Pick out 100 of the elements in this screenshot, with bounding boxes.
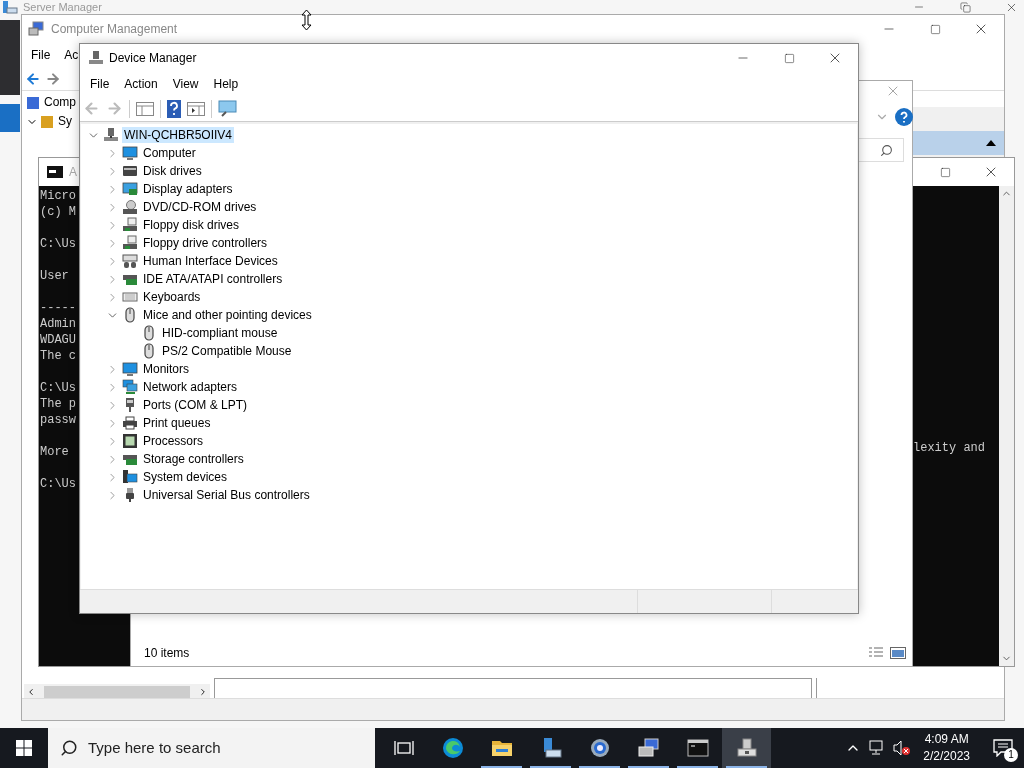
tree-item[interactable]: Storage controllers bbox=[141, 451, 246, 467]
window-title: Device Manager bbox=[109, 50, 197, 67]
drive-icon bbox=[122, 163, 138, 179]
mouse-icon bbox=[141, 343, 157, 359]
console-line: The p bbox=[40, 396, 76, 412]
tree-item[interactable]: Disk drives bbox=[141, 163, 204, 179]
menu-item[interactable]: Action bbox=[124, 75, 158, 93]
tree-item[interactable]: Floppy disk drives bbox=[141, 217, 242, 233]
collapse-arrow-icon[interactable] bbox=[986, 140, 996, 146]
sidebar-highlight bbox=[0, 104, 20, 132]
action-pane-icon[interactable] bbox=[187, 100, 205, 117]
search-icon bbox=[880, 143, 893, 157]
maximize-icon bbox=[783, 52, 795, 64]
help-icon[interactable] bbox=[895, 108, 913, 126]
tree-item[interactable]: Comp bbox=[44, 95, 76, 110]
browser-icon bbox=[441, 737, 464, 759]
floppy-drive-icon bbox=[122, 217, 138, 233]
muted-speaker-icon[interactable] bbox=[893, 740, 912, 756]
device-manager-icon bbox=[735, 737, 758, 759]
console-tree-icon[interactable] bbox=[136, 100, 154, 117]
console-line: User bbox=[40, 268, 69, 284]
tree-item[interactable]: Monitors bbox=[141, 361, 191, 377]
input-devices-icon bbox=[122, 253, 138, 269]
tree-item[interactable]: Keyboards bbox=[141, 289, 203, 305]
menu-item[interactable]: Ac bbox=[64, 46, 79, 64]
window-title: A bbox=[69, 164, 77, 181]
mouse-icon bbox=[141, 325, 157, 341]
tree-item[interactable]: Display adapters bbox=[141, 181, 235, 197]
gear-icon bbox=[588, 737, 611, 759]
window-title: Computer Management bbox=[51, 21, 178, 38]
tree-item[interactable]: Print queues bbox=[141, 415, 213, 431]
clock-time[interactable]: 4:09 AM bbox=[924, 731, 969, 748]
network-adapter-icon bbox=[122, 379, 138, 395]
restore-icon bbox=[959, 1, 971, 13]
console-line: Micro bbox=[40, 188, 76, 204]
network-computer-icon bbox=[103, 127, 119, 143]
tree-item[interactable]: IDE ATA/ATAPI controllers bbox=[141, 271, 285, 287]
tree-item[interactable]: PS/2 Compatible Mouse bbox=[160, 343, 294, 359]
console-line: C:\Us bbox=[40, 380, 76, 396]
taskbar-app[interactable] bbox=[722, 728, 771, 768]
command-prompt-icon bbox=[686, 737, 709, 759]
command-prompt-icon bbox=[47, 166, 63, 178]
monitor-scan-icon[interactable] bbox=[218, 99, 238, 118]
tree-item[interactable]: DVD/CD-ROM drives bbox=[141, 199, 259, 215]
menu-item[interactable]: File bbox=[90, 75, 110, 93]
system-devices-icon bbox=[122, 469, 138, 485]
computer-management-icon bbox=[637, 737, 660, 759]
scroll-left-icon[interactable] bbox=[26, 687, 36, 697]
search-placeholder: Type here to search bbox=[88, 737, 221, 758]
restore-button[interactable] bbox=[958, 0, 972, 14]
help-icon[interactable] bbox=[167, 99, 181, 118]
notifications-icon[interactable] bbox=[993, 739, 1013, 757]
windows-logo-icon bbox=[16, 740, 32, 756]
tree-item[interactable]: HID-compliant mouse bbox=[160, 325, 280, 341]
display-adapter-icon bbox=[122, 181, 138, 197]
details-view-icon[interactable] bbox=[868, 646, 884, 659]
clock-date[interactable]: 2/2/2023 bbox=[923, 748, 970, 765]
console-line: C:\Us bbox=[40, 476, 76, 492]
tree-item[interactable]: Computer bbox=[141, 145, 198, 161]
tree-item[interactable]: Network adapters bbox=[141, 379, 240, 395]
menu-item[interactable]: File bbox=[31, 46, 51, 64]
tools-icon bbox=[40, 114, 54, 129]
back-icon[interactable] bbox=[25, 70, 41, 87]
maximize-icon bbox=[929, 23, 941, 35]
console-line: ----- bbox=[40, 300, 76, 316]
printer-icon bbox=[122, 415, 138, 431]
server-manager-icon bbox=[2, 0, 18, 14]
tree-item[interactable]: Floppy drive controllers bbox=[141, 235, 270, 251]
search-icon bbox=[60, 739, 78, 757]
menu-item[interactable]: Help bbox=[213, 75, 239, 93]
search-field[interactable]: Type here to search bbox=[48, 728, 375, 768]
monitor-icon bbox=[122, 145, 138, 161]
keyboard-icon bbox=[122, 289, 138, 305]
floppy-drive-icon bbox=[122, 235, 138, 251]
console-line: The c bbox=[40, 348, 76, 364]
monitor-icon bbox=[122, 361, 138, 377]
tree-item[interactable]: Mice and other pointing devices bbox=[141, 307, 314, 323]
preview-view-icon[interactable] bbox=[890, 646, 906, 659]
console-line: WDAGU bbox=[40, 332, 76, 348]
vertical-scrollbar[interactable] bbox=[999, 186, 1014, 666]
console-line: lexity and bbox=[913, 440, 985, 456]
notification-count: 1 bbox=[1004, 748, 1018, 762]
forward-icon[interactable] bbox=[45, 70, 61, 87]
console-line: (c) M bbox=[40, 204, 76, 220]
tree-item[interactable]: System devices bbox=[141, 469, 230, 485]
tree-item[interactable]: Universal Serial Bus controllers bbox=[141, 487, 312, 503]
disc-drive-icon bbox=[122, 199, 138, 215]
scroll-right-icon[interactable] bbox=[198, 687, 208, 697]
back-icon[interactable] bbox=[83, 100, 100, 117]
forward-icon[interactable] bbox=[106, 100, 123, 117]
window-title: Server Manager bbox=[23, 0, 102, 14]
tree-item[interactable]: Ports (COM & LPT) bbox=[141, 397, 249, 413]
mouse-icon bbox=[122, 307, 138, 323]
tree-item[interactable]: Processors bbox=[141, 433, 206, 449]
tree-item[interactable]: WIN-QCHBR5OIIV4 bbox=[122, 127, 234, 143]
tree-item[interactable]: Sy bbox=[58, 114, 72, 129]
menu-item[interactable]: View bbox=[172, 75, 199, 93]
tree-item[interactable]: Human Interface Devices bbox=[141, 253, 280, 269]
console-line: Admin bbox=[40, 316, 76, 332]
status-text: 10 items bbox=[144, 644, 190, 662]
